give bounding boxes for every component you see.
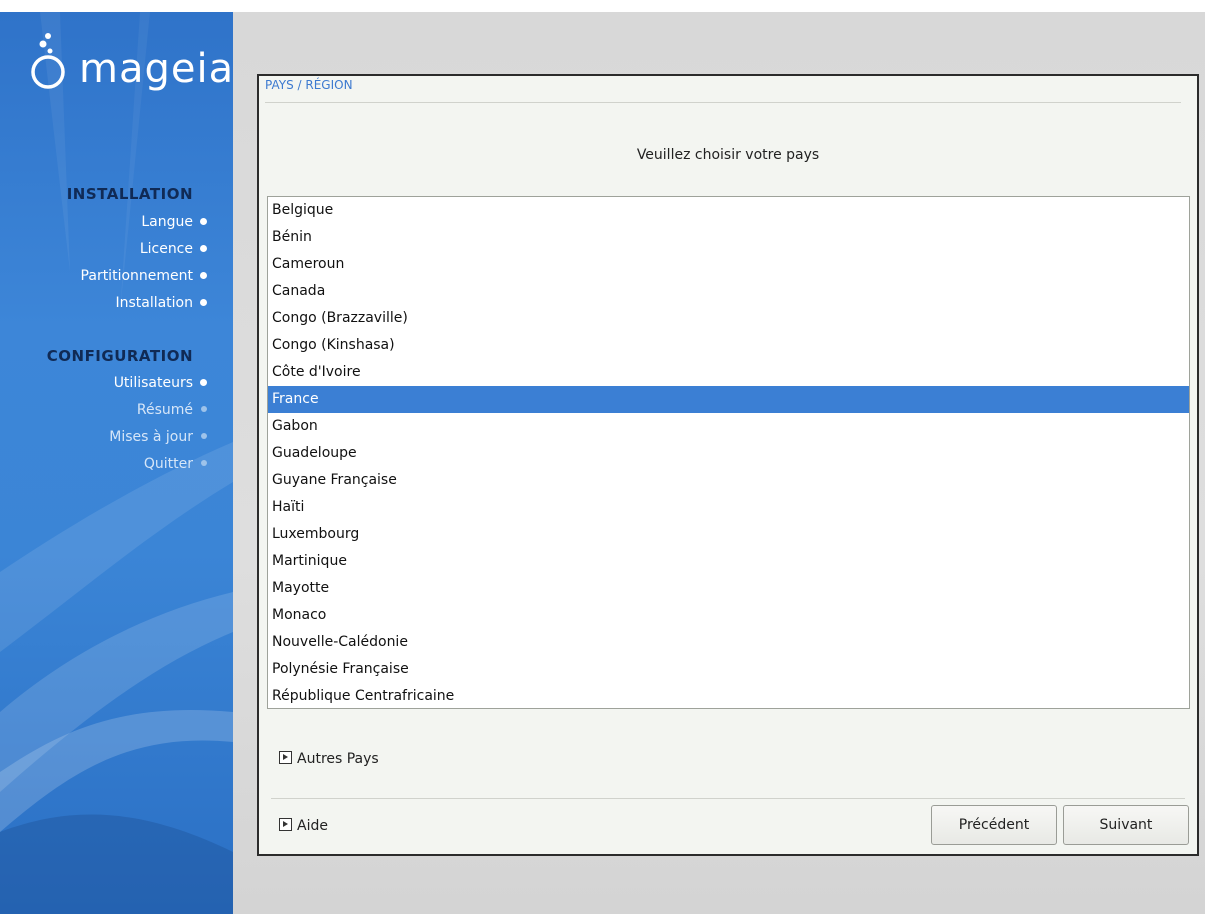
step-dot-icon (201, 460, 207, 466)
country-row[interactable]: Nouvelle-Calédonie (268, 629, 1189, 656)
step-dot-icon (200, 299, 207, 306)
other-countries-label: Autres Pays (297, 751, 379, 767)
help-expander[interactable]: Aide (279, 817, 328, 835)
other-countries-expander[interactable]: Autres Pays (279, 750, 379, 768)
cauldron-icon (31, 33, 65, 89)
country-row[interactable]: République Centrafricaine (268, 683, 1189, 708)
step-dot-icon (200, 218, 207, 225)
country-row[interactable]: Belgique (268, 197, 1189, 224)
step-quitter: Quitter (143, 455, 207, 473)
top-strip (0, 0, 1205, 12)
step-licence: Licence (139, 240, 207, 258)
step-label: Résumé (136, 402, 193, 418)
expand-arrow-icon (279, 818, 292, 831)
expand-arrow-icon (279, 751, 292, 764)
step-dot-icon (200, 379, 207, 386)
logo-text: mageia (79, 46, 233, 92)
step-label: Partitionnement (80, 268, 193, 284)
country-row[interactable]: Guyane Française (268, 467, 1189, 494)
country-list[interactable]: Belgique Bénin Cameroun Canada Congo (Brazza… (267, 196, 1190, 709)
country-row[interactable]: Monaco (268, 602, 1189, 629)
sidebar-wave-decoration (0, 12, 233, 914)
help-label: Aide (297, 818, 328, 834)
bottom-divider (271, 798, 1185, 799)
previous-button[interactable]: Précédent (931, 805, 1057, 845)
dialog-title: PAYS / RÉGION (265, 78, 353, 92)
step-dot-icon (201, 433, 207, 439)
country-row[interactable]: Cameroun (268, 251, 1189, 278)
step-resume: Résumé (136, 401, 207, 419)
sidebar: mageia INSTALLATION Langue Licence Parti… (0, 12, 233, 914)
step-label: Utilisateurs (113, 375, 193, 391)
mageia-logo: mageia (24, 26, 233, 96)
next-button[interactable]: Suivant (1063, 805, 1189, 845)
step-label: Mises à jour (109, 429, 193, 445)
country-dialog: PAYS / RÉGION Veuillez choisir votre pay… (257, 74, 1199, 856)
step-installation: Installation (115, 294, 207, 312)
prompt-text: Veuillez choisir votre pays (636, 147, 820, 163)
country-row[interactable]: Martinique (268, 548, 1189, 575)
country-row[interactable]: Bénin (268, 224, 1189, 251)
step-partitionnement: Partitionnement (80, 267, 207, 285)
country-row[interactable]: Congo (Brazzaville) (268, 305, 1189, 332)
country-row[interactable]: Mayotte (268, 575, 1189, 602)
country-row[interactable]: Polynésie Française (268, 656, 1189, 683)
step-langue: Langue (141, 213, 207, 231)
country-row[interactable]: France (268, 386, 1189, 413)
step-dot-icon (200, 245, 207, 252)
step-label: Installation (115, 295, 193, 311)
step-dot-icon (201, 406, 207, 412)
section-title-installation: INSTALLATION (66, 185, 193, 203)
section-title-configuration: CONFIGURATION (46, 347, 193, 365)
country-row[interactable]: Guadeloupe (268, 440, 1189, 467)
country-row[interactable]: Gabon (268, 413, 1189, 440)
country-row[interactable]: Haïti (268, 494, 1189, 521)
step-dot-icon (200, 272, 207, 279)
step-label: Quitter (143, 456, 193, 472)
country-row[interactable]: Côte d'Ivoire (268, 359, 1189, 386)
country-row[interactable]: Luxembourg (268, 521, 1189, 548)
country-row[interactable]: Canada (268, 278, 1189, 305)
step-label: Langue (141, 214, 193, 230)
step-mises-a-jour: Mises à jour (109, 428, 207, 446)
country-row[interactable]: Congo (Kinshasa) (268, 332, 1189, 359)
step-label: Licence (139, 241, 193, 257)
title-divider (265, 102, 1181, 103)
step-utilisateurs: Utilisateurs (113, 374, 207, 392)
